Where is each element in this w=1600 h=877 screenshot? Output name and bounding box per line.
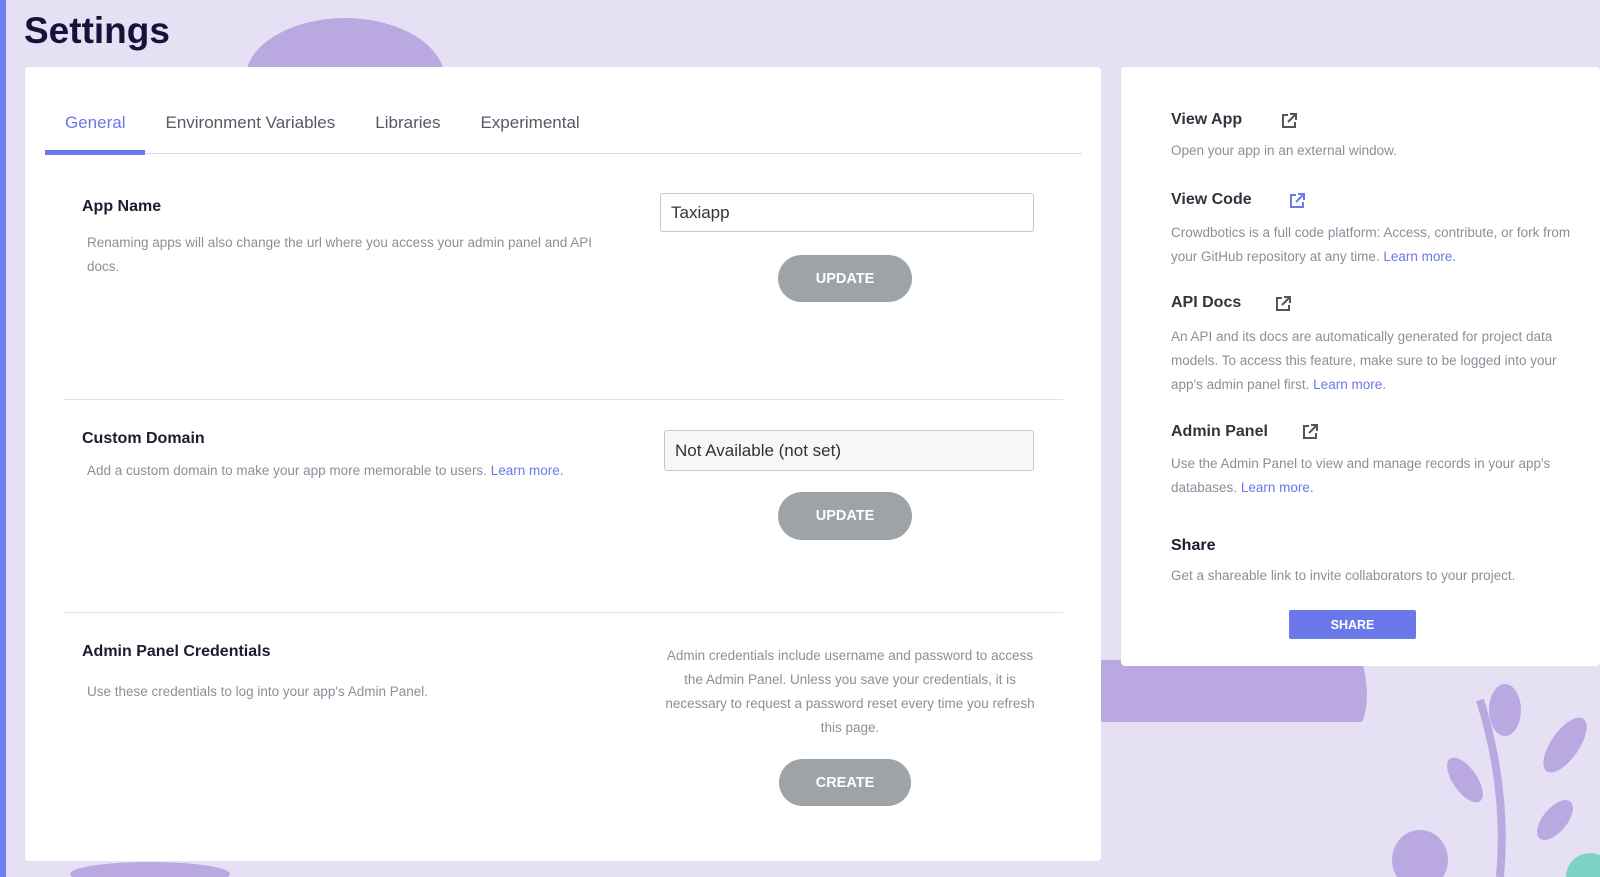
view-code-title[interactable]: View Code: [1171, 191, 1252, 209]
view-app-description: Open your app in an external window.: [1171, 143, 1397, 158]
settings-card: General Environment Variables Libraries …: [25, 67, 1101, 861]
api-docs-description: An API and its docs are automatically ge…: [1171, 325, 1571, 397]
view-code-description-text: Crowdbotics is a full code platform: Acc…: [1171, 225, 1571, 264]
app-name-title: App Name: [82, 198, 162, 215]
share-title: Share: [1171, 537, 1216, 554]
admin-credentials-create-button[interactable]: CREATE: [779, 759, 911, 806]
external-link-icon[interactable]: [1300, 422, 1320, 442]
custom-domain-learn-more-link[interactable]: Learn more.: [491, 463, 564, 478]
custom-domain-input[interactable]: Not Available (not set): [664, 430, 1034, 471]
admin-credentials-title: Admin Panel Credentials: [82, 643, 271, 660]
admin-credentials-section: Admin Panel Credentials Use these creden…: [64, 613, 1063, 877]
custom-domain-section: Custom Domain Add a custom domain to mak…: [64, 400, 1063, 613]
view-app-title[interactable]: View App: [1171, 111, 1242, 129]
api-docs-learn-more-link[interactable]: Learn more.: [1313, 377, 1386, 392]
admin-panel-description: Use the Admin Panel to view and manage r…: [1171, 452, 1571, 500]
page-title: Settings: [24, 10, 170, 51]
custom-domain-description-text: Add a custom domain to make your app mor…: [87, 463, 487, 478]
tab-bar: General Environment Variables Libraries …: [45, 103, 1082, 155]
tab-experimental[interactable]: Experimental: [460, 103, 599, 154]
tab-libraries[interactable]: Libraries: [355, 103, 460, 154]
view-code-description: Crowdbotics is a full code platform: Acc…: [1171, 221, 1571, 269]
api-docs-title[interactable]: API Docs: [1171, 294, 1241, 312]
admin-credentials-description: Use these credentials to log into your a…: [87, 684, 429, 699]
share-button[interactable]: SHARE: [1289, 610, 1416, 639]
custom-domain-update-button[interactable]: UPDATE: [778, 492, 912, 540]
share-description: Get a shareable link to invite collabora…: [1171, 568, 1516, 583]
admin-panel-description-text: Use the Admin Panel to view and manage r…: [1171, 456, 1551, 495]
quick-links-card: View App Open your app in an external wi…: [1121, 67, 1600, 666]
view-code-learn-more-link[interactable]: Learn more.: [1383, 249, 1456, 264]
left-accent-strip: [0, 0, 6, 877]
external-link-icon[interactable]: [1287, 191, 1307, 211]
admin-credentials-note: Admin credentials include username and p…: [665, 648, 1035, 735]
admin-panel-learn-more-link[interactable]: Learn more.: [1241, 480, 1314, 495]
external-link-icon[interactable]: [1273, 294, 1293, 314]
app-name-update-button[interactable]: UPDATE: [778, 255, 912, 302]
custom-domain-description: Add a custom domain to make your app mor…: [87, 459, 627, 483]
app-name-description: Renaming apps will also change the url w…: [87, 235, 593, 274]
app-name-input[interactable]: Taxiapp: [660, 193, 1034, 232]
external-link-icon[interactable]: [1279, 111, 1299, 131]
tab-general[interactable]: General: [45, 103, 146, 155]
tab-environment-variables[interactable]: Environment Variables: [145, 103, 355, 154]
app-name-section: App Name Renaming apps will also change …: [64, 155, 1063, 400]
custom-domain-title: Custom Domain: [82, 430, 205, 447]
admin-panel-title[interactable]: Admin Panel: [1171, 423, 1268, 441]
